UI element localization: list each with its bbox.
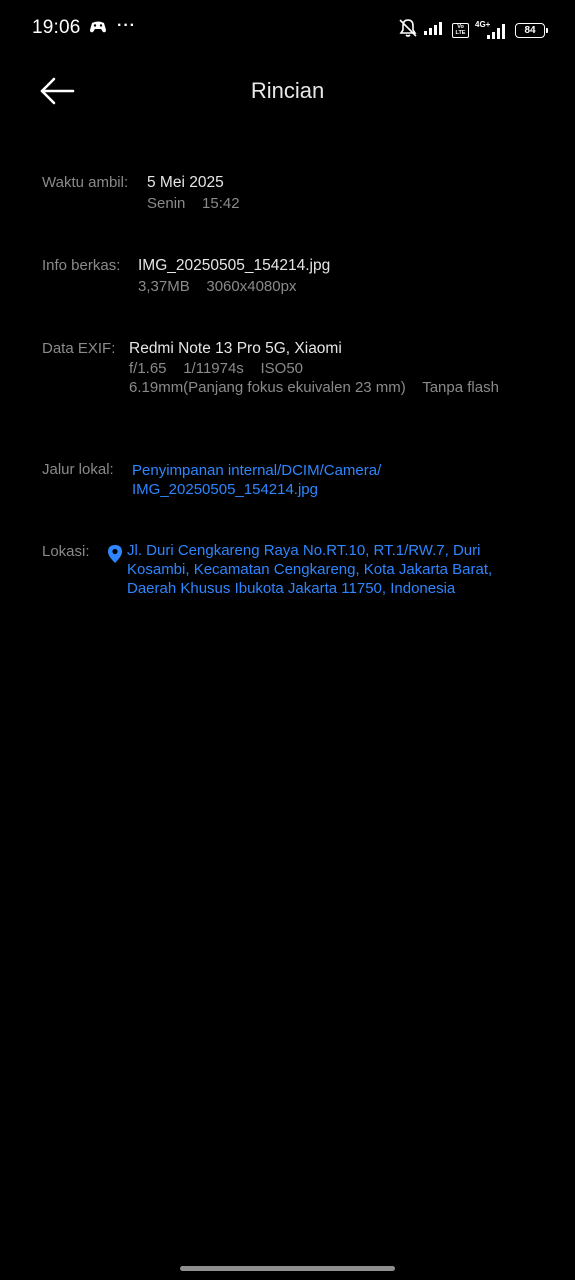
- exif-label: Data EXIF:: [42, 340, 116, 357]
- status-system-icons: Vo LTE 4G+ 84: [398, 18, 548, 43]
- home-indicator[interactable]: [180, 1266, 395, 1271]
- battery-icon: 84: [515, 23, 548, 38]
- location-line-2: Kosambi, Kecamatan Cengkareng, Kota Jaka…: [127, 561, 493, 578]
- location-pin-icon: [108, 545, 122, 563]
- location-line-1: Jl. Duri Cengkareng Raya No.RT.10, RT.1/…: [127, 542, 481, 559]
- status-time: 19:06: [32, 17, 81, 38]
- page-title: Rincian: [250, 78, 325, 103]
- volte-icon: Vo LTE: [452, 23, 469, 38]
- overflow-dots-icon: ···: [117, 16, 136, 34]
- notifications-muted-icon: [398, 18, 418, 43]
- location-label: Lokasi:: [42, 543, 90, 560]
- taken-time-label: Waktu ambil:: [42, 174, 129, 191]
- battery-level: 84: [524, 24, 536, 36]
- app-header: Rincian: [0, 60, 575, 122]
- exif-exposure: f/1.65 1/11974s ISO50: [129, 360, 304, 377]
- signal-strength-icon: [424, 20, 446, 41]
- status-bar: 19:06 ··· Vo LTE 4G+ 84: [0, 0, 575, 56]
- local-path-line-2: IMG_20250505_154214.jpg: [132, 481, 318, 498]
- exif-focal-flash: 6.19mm(Panjang fokus ekuivalen 23 mm) Ta…: [129, 379, 499, 396]
- location-address-link[interactable]: Jl. Duri Cengkareng Raya No.RT.10, RT.1/…: [127, 541, 492, 598]
- taken-day-time: Senin 15:42: [147, 195, 240, 212]
- network-4g-icon: 4G+: [475, 20, 509, 40]
- exif-device: Redmi Note 13 Pro 5G, Xiaomi: [129, 340, 342, 357]
- game-controller-icon: [89, 19, 107, 40]
- taken-date: 5 Mei 2025: [147, 174, 224, 191]
- local-path-label: Jalur lokal:: [42, 461, 114, 478]
- file-name: IMG_20250505_154214.jpg: [138, 257, 331, 274]
- local-path-link[interactable]: Penyimpanan internal/DCIM/Camera/ IMG_20…: [132, 461, 381, 499]
- status-notification-icons: ···: [89, 16, 136, 40]
- file-size-resolution: 3,37MB 3060x4080px: [138, 278, 297, 295]
- local-path-line-1: Penyimpanan internal/DCIM/Camera/: [132, 462, 382, 479]
- file-info-label: Info berkas:: [42, 257, 121, 274]
- location-line-3: Daerah Khusus Ibukota Jakarta 11750, Ind…: [127, 580, 456, 597]
